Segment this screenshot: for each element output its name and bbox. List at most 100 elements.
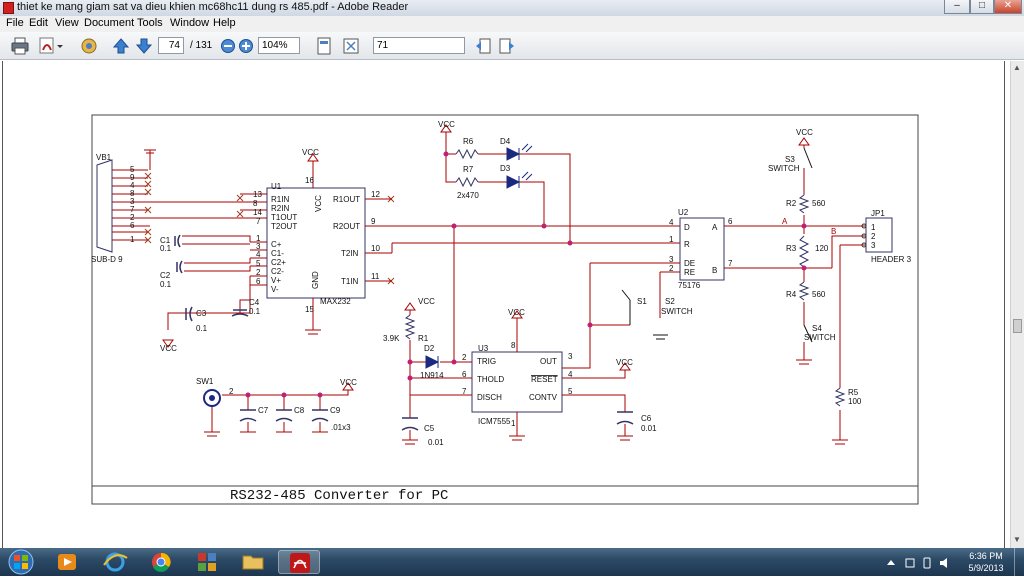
document-area[interactable]: VB1 SUB-D 9 5 9 4 8 3 7 2 6 1 U1 MAX232 …: [0, 61, 1010, 548]
svg-text:S2: S2: [665, 297, 675, 306]
svg-text:R1OUT: R1OUT: [333, 195, 360, 204]
taskbar-internet-explorer[interactable]: [94, 550, 136, 574]
menu-window[interactable]: Window: [170, 17, 209, 29]
minimize-button[interactable]: –: [944, 0, 970, 14]
adobe-reader-icon: [290, 553, 310, 573]
menu-help[interactable]: Help: [213, 17, 236, 29]
svg-text:SWITCH: SWITCH: [804, 333, 836, 342]
taskbar-media-player[interactable]: [46, 550, 88, 574]
svg-text:T1IN: T1IN: [341, 277, 359, 286]
svg-text:S4: S4: [812, 324, 822, 333]
svg-text:560: 560: [812, 290, 826, 299]
taskbar-adobe-reader[interactable]: [278, 550, 320, 574]
taskbar-chrome[interactable]: [140, 550, 182, 574]
print-icon[interactable]: [10, 37, 30, 55]
menu-file[interactable]: File: [6, 17, 24, 29]
previous-page-icon[interactable]: [112, 37, 130, 55]
fit-page-icon[interactable]: [315, 37, 333, 55]
svg-text:VCC: VCC: [438, 120, 455, 129]
find-input[interactable]: 71: [373, 37, 465, 54]
svg-text:C1-: C1-: [271, 249, 284, 258]
taskbar: 6:36 PM 5/9/2013: [0, 548, 1024, 576]
find-previous-icon[interactable]: [474, 37, 492, 55]
svg-text:C8: C8: [294, 406, 305, 415]
svg-text:4: 4: [568, 370, 573, 379]
menu-document[interactable]: Document: [84, 17, 134, 29]
scroll-down-icon[interactable]: ▼: [1013, 535, 1022, 545]
svg-text:C3: C3: [196, 309, 207, 318]
svg-text:2: 2: [669, 264, 674, 273]
svg-text:JP1: JP1: [871, 209, 885, 218]
svg-text:D4: D4: [500, 137, 511, 146]
next-page-icon[interactable]: [135, 37, 153, 55]
svg-text:B: B: [712, 266, 717, 275]
svg-text:VCC: VCC: [418, 297, 435, 306]
svg-text:5: 5: [568, 387, 573, 396]
svg-text:T1OUT: T1OUT: [271, 213, 297, 222]
svg-text:0.1: 0.1: [249, 307, 261, 316]
svg-text:D2: D2: [424, 344, 435, 353]
svg-text:1: 1: [130, 235, 135, 244]
svg-text:7: 7: [462, 387, 467, 396]
zoom-in-icon[interactable]: [238, 37, 254, 55]
find-next-icon[interactable]: [498, 37, 516, 55]
svg-text:3: 3: [871, 241, 876, 250]
svg-text:R4: R4: [786, 290, 797, 299]
taskbar-app-vt[interactable]: [186, 550, 228, 574]
svg-text:GND: GND: [311, 271, 320, 289]
vertical-scrollbar[interactable]: ▲ ▼: [1010, 61, 1024, 548]
close-button[interactable]: ✕: [994, 0, 1022, 14]
start-orb-icon[interactable]: [4, 549, 38, 575]
svg-text:3.9K: 3.9K: [383, 334, 400, 343]
svg-text:6: 6: [256, 277, 261, 286]
system-tray-icons[interactable]: [884, 556, 954, 570]
svg-text:VCC: VCC: [796, 128, 813, 137]
svg-text:R2IN: R2IN: [271, 204, 289, 213]
svg-text:VCC: VCC: [160, 344, 177, 353]
svg-text:C5: C5: [424, 424, 435, 433]
chrome-icon: [152, 552, 171, 572]
svg-text:5: 5: [256, 259, 261, 268]
menu-view[interactable]: View: [55, 17, 79, 29]
menu-tools[interactable]: Tools: [137, 17, 163, 29]
page-number-input[interactable]: 74: [158, 37, 184, 54]
taskbar-clock[interactable]: 6:36 PM 5/9/2013: [962, 550, 1010, 574]
folder-icon: [242, 555, 264, 570]
svg-text:7: 7: [256, 217, 261, 226]
u1-ref: U1: [271, 182, 282, 191]
svg-text:2: 2: [256, 268, 261, 277]
taskbar-file-explorer[interactable]: [232, 550, 274, 574]
svg-text:560: 560: [812, 199, 826, 208]
schematic-diagram: VB1 SUB-D 9 5 9 4 8 3 7 2 6 1 U1 MAX232 …: [91, 114, 919, 505]
svg-text:CONTV: CONTV: [529, 393, 558, 402]
svg-text:V-: V-: [271, 285, 279, 294]
toolbar: 74 / 131 104% 71: [0, 32, 1024, 60]
svg-text:9: 9: [371, 217, 376, 226]
svg-text:SWITCH: SWITCH: [768, 164, 800, 173]
zoom-out-icon[interactable]: [220, 37, 236, 55]
svg-text:SW1: SW1: [196, 377, 214, 386]
internet-explorer-icon: [103, 552, 128, 572]
svg-text:TRIG: TRIG: [477, 357, 496, 366]
zoom-level-select[interactable]: 104%: [258, 37, 300, 54]
menu-bar: File Edit View Document Tools Window Hel…: [0, 16, 1024, 32]
full-screen-icon[interactable]: [342, 37, 360, 55]
svg-text:0.01: 0.01: [428, 438, 444, 447]
svg-text:HEADER 3: HEADER 3: [871, 255, 912, 264]
create-pdf-icon[interactable]: [38, 37, 64, 55]
svg-text:VCC: VCC: [314, 195, 323, 212]
maximize-button[interactable]: □: [970, 0, 994, 14]
scroll-thumb[interactable]: [1013, 319, 1022, 333]
media-player-icon: [58, 554, 76, 570]
svg-text:1: 1: [511, 419, 516, 428]
schematic-title: RS232-485 Converter for PC: [230, 488, 448, 504]
svg-text:A: A: [712, 223, 718, 232]
show-desktop-button[interactable]: [1014, 548, 1024, 576]
menu-edit[interactable]: Edit: [29, 17, 48, 29]
vb1-ref: VB1: [96, 153, 112, 162]
scroll-up-icon[interactable]: ▲: [1013, 63, 1022, 73]
svg-text:2x470: 2x470: [457, 191, 479, 200]
svg-text:C+: C+: [271, 240, 282, 249]
svg-text:8: 8: [253, 199, 258, 208]
share-icon[interactable]: [78, 37, 100, 55]
